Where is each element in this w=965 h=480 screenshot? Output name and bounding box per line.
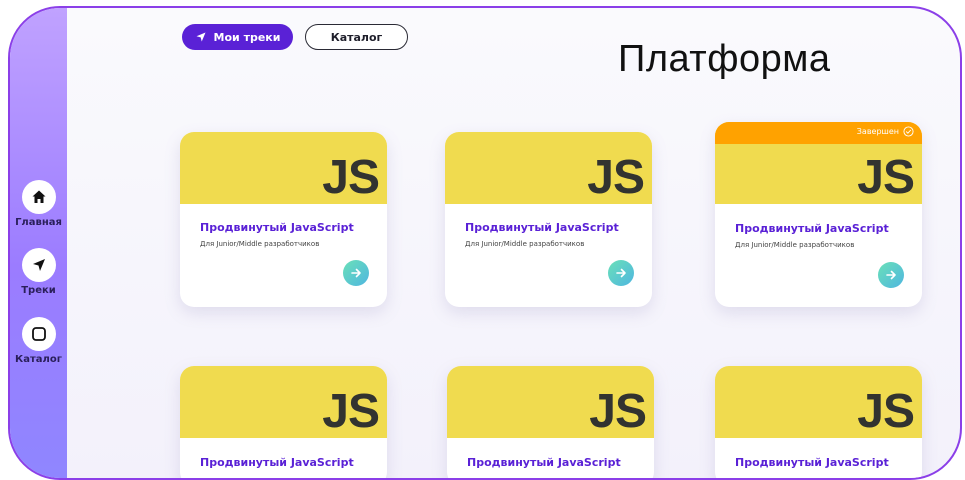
sidebar-item-label: Главная	[15, 217, 62, 228]
sidebar-item-label: Треки	[21, 285, 56, 296]
card-banner: JS	[445, 132, 652, 204]
card-title[interactable]: Продвинутый JavaScript	[465, 221, 619, 234]
square-icon	[21, 317, 56, 351]
card-banner: JS	[715, 366, 922, 438]
sidebar-item-catalog[interactable]: Каталог	[10, 317, 67, 365]
card-banner: Завершен JS	[715, 122, 922, 204]
open-track-button[interactable]	[878, 262, 904, 288]
check-circle-icon	[903, 126, 914, 137]
sidebar-item-tracks[interactable]: Треки	[10, 248, 67, 296]
home-icon	[21, 180, 56, 214]
status-badge: Завершен	[857, 126, 914, 137]
sidebar: Главная Треки Каталог	[10, 8, 67, 478]
arrow-right-icon	[616, 268, 626, 278]
navigation-arrow-icon	[196, 32, 206, 42]
card-title[interactable]: Продвинутый JavaScript	[467, 456, 621, 469]
js-logo: JS	[322, 385, 380, 438]
card-banner: JS	[180, 366, 387, 438]
app-frame: Главная Треки Каталог Мои треки Каталог …	[8, 6, 962, 480]
card-subtitle: Для Junior/Middle разработчиков	[465, 240, 585, 248]
arrow-right-icon	[351, 268, 361, 278]
js-logo: JS	[857, 385, 915, 438]
card-title[interactable]: Продвинутый JavaScript	[735, 456, 889, 469]
js-logo: JS	[589, 385, 647, 438]
navigation-arrow-icon	[21, 248, 56, 282]
js-logo: JS	[587, 151, 645, 204]
catalog-label: Каталог	[330, 30, 383, 44]
js-logo: JS	[322, 151, 380, 204]
sidebar-item-home[interactable]: Главная	[10, 180, 67, 228]
card-title[interactable]: Продвинутый JavaScript	[735, 222, 889, 235]
page-title: Платформа	[618, 38, 831, 80]
card-subtitle: Для Junior/Middle разработчиков	[200, 240, 320, 248]
catalog-button[interactable]: Каталог	[305, 24, 408, 50]
track-card[interactable]: JS Продвинутый JavaScript Для Junior/Mid…	[445, 132, 652, 307]
arrow-right-icon	[886, 270, 896, 280]
track-card[interactable]: JS Продвинутый JavaScript	[447, 366, 654, 478]
js-logo: JS	[857, 151, 915, 204]
my-tracks-label: Мои треки	[213, 30, 281, 44]
open-track-button[interactable]	[343, 260, 369, 286]
card-subtitle: Для Junior/Middle разработчиков	[735, 241, 855, 249]
card-title[interactable]: Продвинутый JavaScript	[200, 456, 354, 469]
track-card[interactable]: JS Продвинутый JavaScript	[180, 366, 387, 478]
sidebar-item-label: Каталог	[15, 354, 62, 365]
track-card[interactable]: Завершен JS Продвинутый JavaScript Для J…	[715, 122, 922, 307]
card-banner: JS	[180, 132, 387, 204]
open-track-button[interactable]	[608, 260, 634, 286]
track-card[interactable]: JS Продвинутый JavaScript	[715, 366, 922, 478]
my-tracks-button[interactable]: Мои треки	[182, 24, 293, 50]
status-label: Завершен	[856, 127, 899, 136]
completed-bar: Завершен	[715, 122, 922, 144]
track-card[interactable]: JS Продвинутый JavaScript Для Junior/Mid…	[180, 132, 387, 307]
card-banner: JS	[447, 366, 654, 438]
card-title[interactable]: Продвинутый JavaScript	[200, 221, 354, 234]
